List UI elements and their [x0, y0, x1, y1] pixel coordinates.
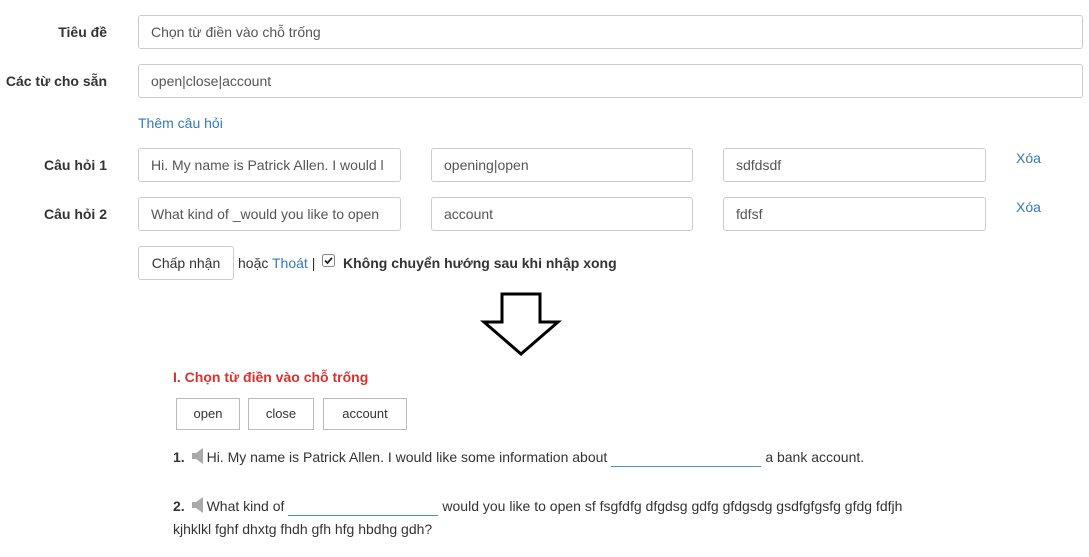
actions-row: hoặc Thoát | — [238, 255, 315, 271]
question-text-before: What kind of — [206, 498, 285, 514]
preview-question-2: 2. What kind of would you like to open sf… — [173, 488, 902, 516]
words-input[interactable]: open|close|account — [138, 64, 1083, 98]
word-bank-close[interactable]: close — [248, 398, 314, 430]
or-text: hoặc — [238, 255, 269, 271]
question-2-answers-input[interactable]: account — [431, 197, 693, 231]
checkbox-checked-icon[interactable] — [322, 254, 335, 267]
separator: | — [311, 255, 316, 271]
question-number: 1. — [173, 449, 185, 465]
question-2-text-input[interactable]: What kind of _would you like to open — [138, 197, 401, 231]
speaker-icon[interactable] — [191, 497, 205, 516]
answer-blank-input[interactable] — [288, 488, 439, 516]
word-bank-open[interactable]: open — [176, 398, 240, 430]
question-1-answers-input[interactable]: opening|open — [431, 148, 693, 182]
question-1-delete-link[interactable]: Xóa — [1016, 150, 1041, 166]
question-text-after: would you like to open sf fsgfdfg dfgdsg… — [442, 498, 903, 514]
title-label: Tiêu đề — [58, 24, 107, 40]
question-2-extra-input[interactable]: fdfsf — [723, 197, 986, 231]
question-2-label: Câu hỏi 2 — [43, 206, 107, 222]
speaker-icon[interactable] — [191, 448, 205, 467]
question-1-extra-input[interactable]: sdfdsdf — [723, 148, 986, 182]
question-text-after: a bank account. — [765, 449, 865, 465]
answer-blank-input[interactable] — [611, 445, 762, 467]
title-input[interactable]: Chọn từ điền vào chỗ trống — [138, 15, 1083, 49]
accept-button[interactable]: Chấp nhận — [138, 246, 234, 280]
exit-link[interactable]: Thoát — [272, 255, 308, 271]
preview-heading: I. Chọn từ điền vào chỗ trống — [173, 369, 369, 385]
question-text-before: Hi. My name is Patrick Allen. I would li… — [206, 449, 608, 465]
question-1-label: Câu hỏi 1 — [43, 157, 107, 173]
preview-question-2-continuation: kjhklkl fghf dhxtg fhdh gfh hfg hbdhg gd… — [173, 521, 433, 537]
no-redirect-label: Không chuyển hướng sau khi nhập xong — [343, 255, 617, 271]
question-number: 2. — [173, 498, 185, 514]
question-2-delete-link[interactable]: Xóa — [1016, 199, 1041, 215]
add-question-link[interactable]: Thêm câu hỏi — [138, 115, 223, 131]
word-bank-account[interactable]: account — [323, 398, 407, 430]
down-arrow-icon — [479, 292, 563, 356]
question-1-text-input[interactable]: Hi. My name is Patrick Allen. I would l — [138, 148, 401, 182]
words-label: Các từ cho sẵn — [5, 73, 107, 89]
preview-question-1: 1. Hi. My name is Patrick Allen. I would… — [173, 445, 864, 467]
